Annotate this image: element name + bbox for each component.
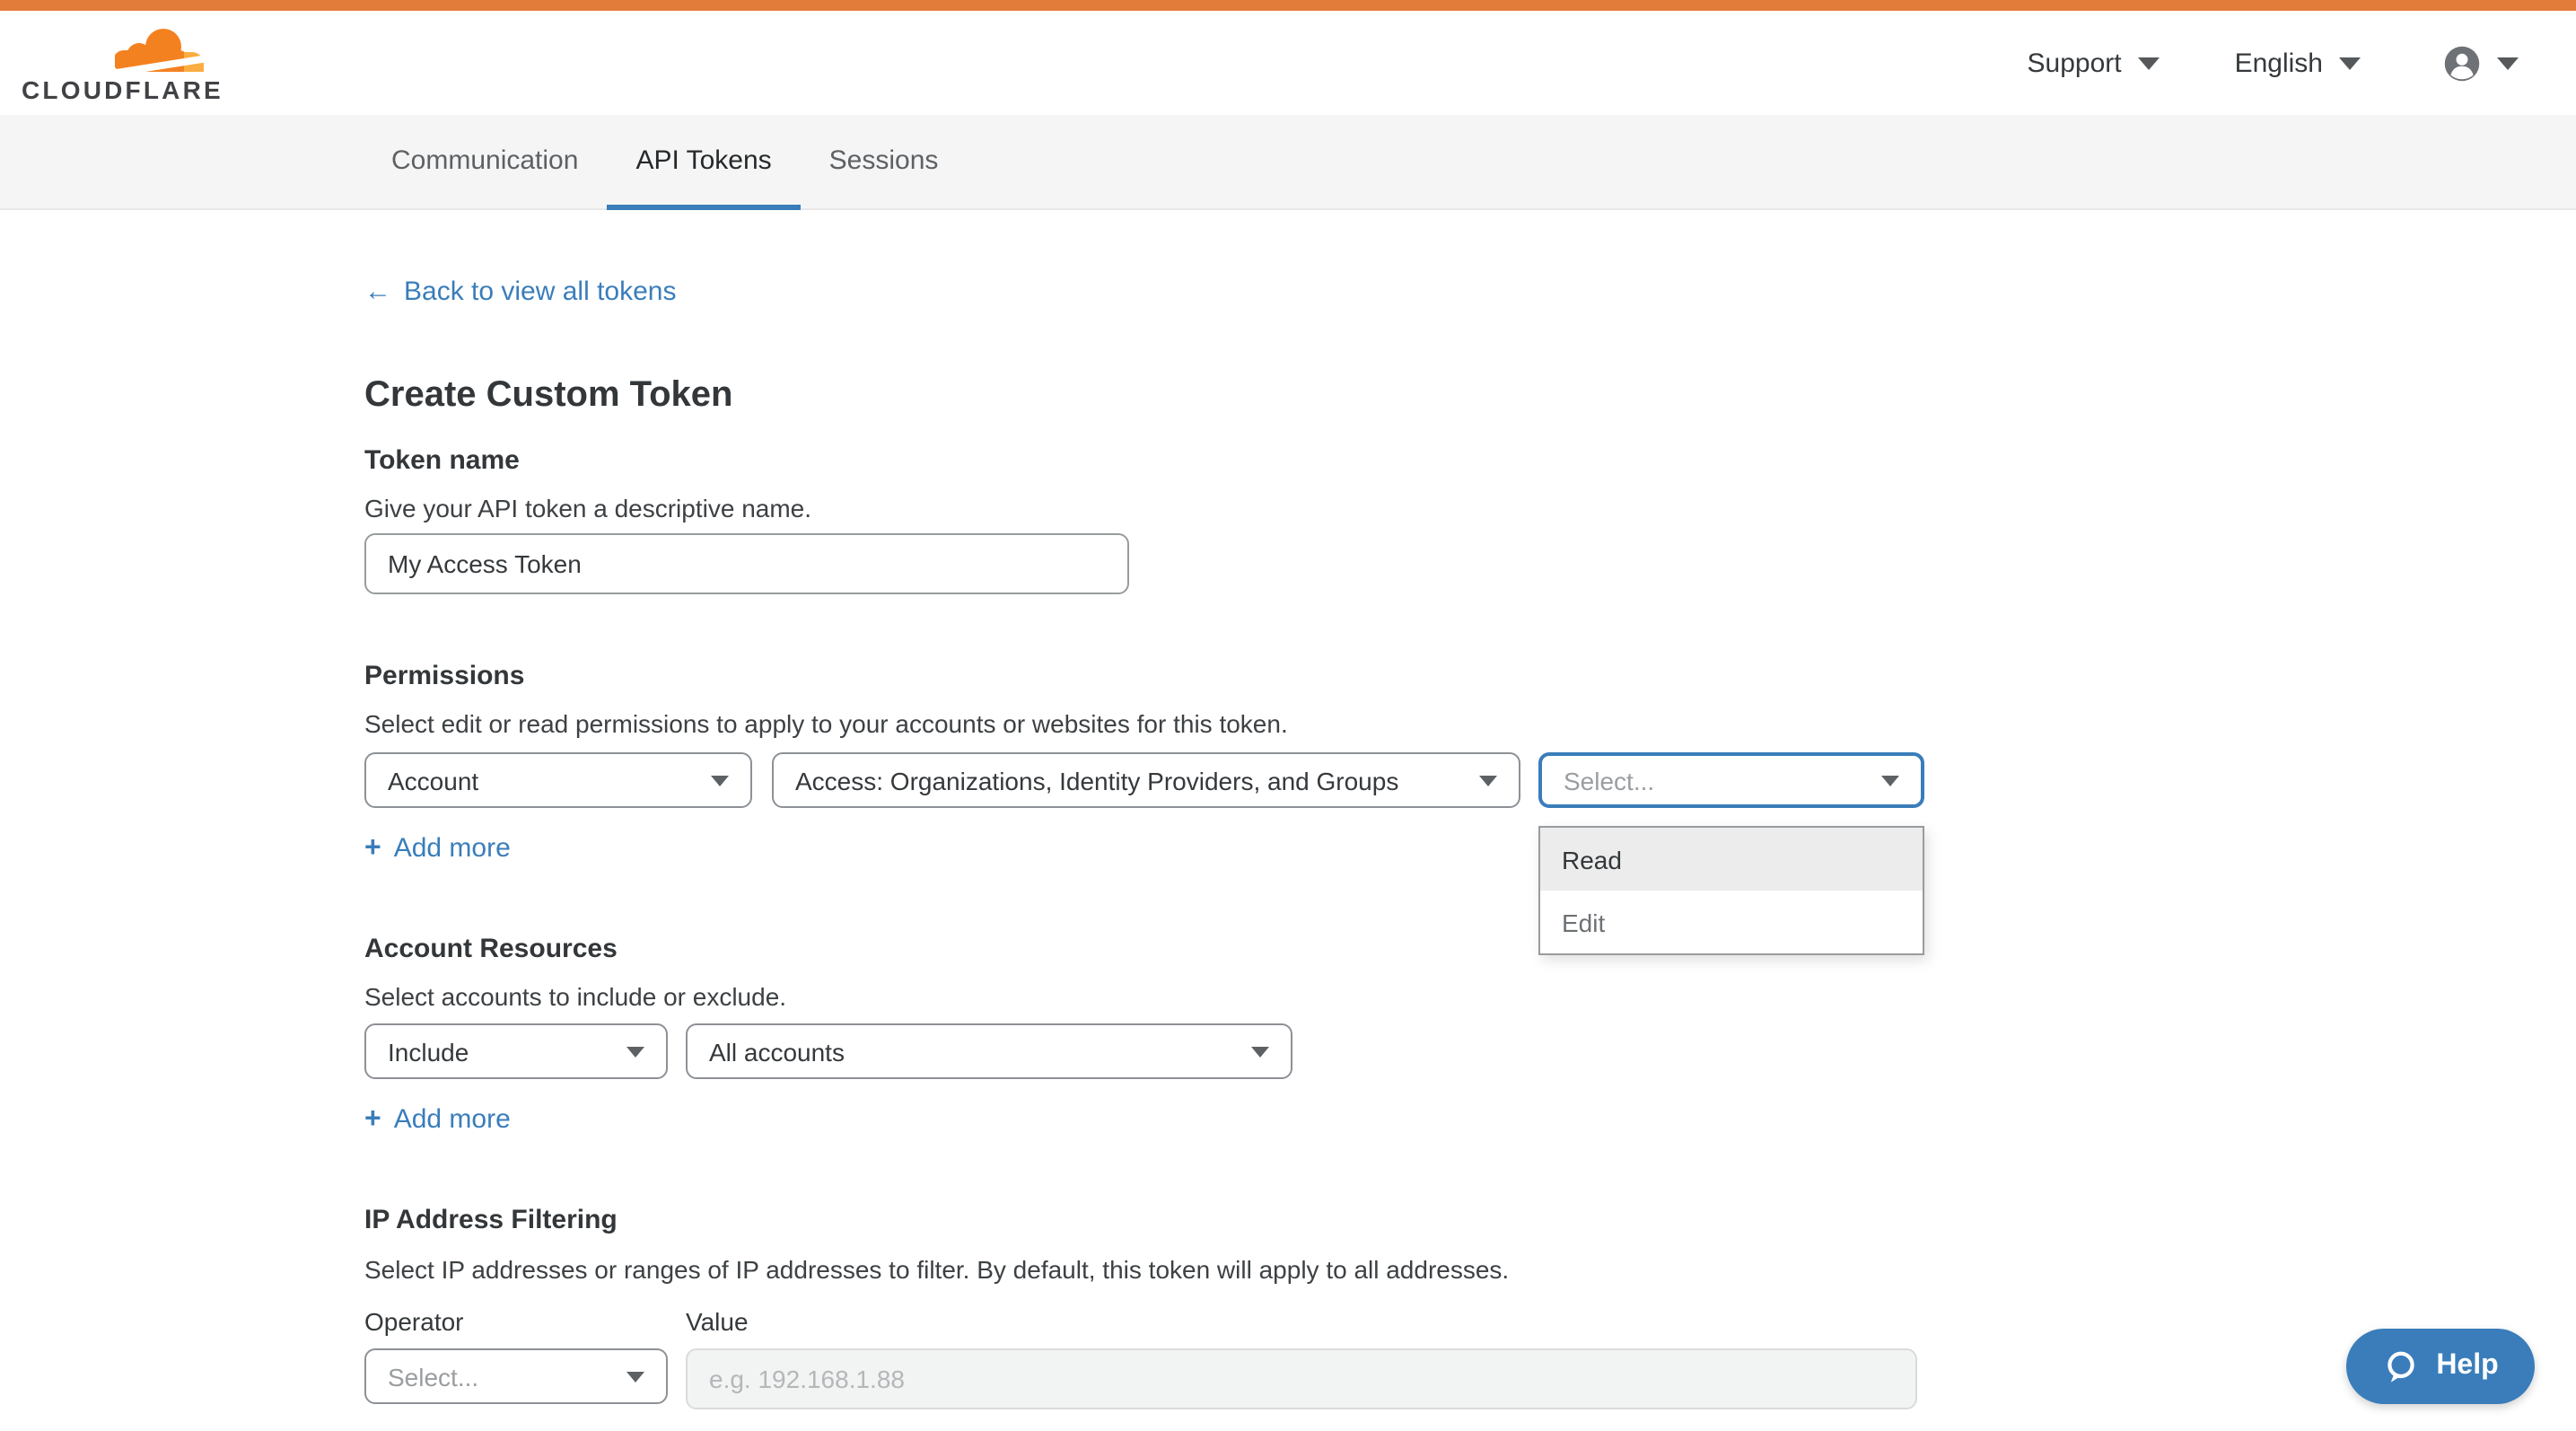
permissions-description: Select edit or read permissions to apply… <box>364 709 1288 738</box>
cloudflare-cloud-icon <box>115 25 208 74</box>
add-more-label: Add more <box>394 1104 511 1135</box>
account-menu[interactable] <box>2443 44 2519 82</box>
chat-bubble-icon <box>2382 1348 2420 1385</box>
header: CLOUDFLARE Support English <box>0 11 2576 115</box>
permission-scope-value: Account <box>388 766 697 795</box>
help-button[interactable]: Help <box>2346 1329 2535 1404</box>
chevron-down-icon <box>1881 775 1899 786</box>
account-resources-heading: Account Resources <box>364 934 618 964</box>
menu-option-edit[interactable]: Edit <box>1540 891 1923 953</box>
tab-api-tokens[interactable]: API Tokens <box>607 115 800 210</box>
permission-resource-value: Access: Organizations, Identity Provider… <box>795 766 1465 795</box>
support-label: Support <box>2028 48 2122 78</box>
chevron-down-icon <box>626 1046 644 1057</box>
chevron-down-icon <box>2138 57 2160 69</box>
cloudflare-logo: CLOUDFLARE <box>22 25 208 104</box>
brand-top-bar <box>0 0 2576 11</box>
account-resources-add-more-link[interactable]: + Add more <box>364 1104 511 1135</box>
user-avatar-icon <box>2443 44 2481 82</box>
menu-option-read[interactable]: Read <box>1540 828 1923 891</box>
chevron-down-icon <box>1251 1046 1269 1057</box>
permission-scope-select[interactable]: Account <box>364 752 752 808</box>
account-mode-select[interactable]: Include <box>364 1023 668 1079</box>
token-name-description: Give your API token a descriptive name. <box>364 494 811 522</box>
help-button-label: Help <box>2436 1350 2498 1383</box>
ip-operator-placeholder: Select... <box>388 1362 612 1391</box>
tab-communication[interactable]: Communication <box>363 115 607 210</box>
chevron-down-icon <box>2497 57 2519 69</box>
tab-sessions[interactable]: Sessions <box>801 115 968 210</box>
token-name-input[interactable] <box>364 533 1129 594</box>
chevron-down-icon <box>711 775 729 786</box>
operator-label: Operator <box>364 1307 464 1336</box>
account-scope-value: All accounts <box>709 1037 1237 1066</box>
ip-filtering-description: Select IP addresses or ranges of IP addr… <box>364 1255 1509 1284</box>
header-controls: Support English <box>2028 11 2519 115</box>
permission-level-menu: Read Edit <box>1538 826 1924 955</box>
tabs: Communication API Tokens Sessions <box>363 115 967 210</box>
ip-operator-select[interactable]: Select... <box>364 1348 668 1404</box>
permission-resource-select[interactable]: Access: Organizations, Identity Provider… <box>772 752 1520 808</box>
chevron-down-icon <box>2339 57 2361 69</box>
token-name-heading: Token name <box>364 445 520 476</box>
plus-icon: + <box>364 834 381 863</box>
back-arrow-icon: ← <box>364 277 391 307</box>
back-link[interactable]: ← Back to view all tokens <box>364 277 677 307</box>
account-mode-value: Include <box>388 1037 612 1066</box>
chevron-down-icon <box>626 1371 644 1382</box>
account-resources-description: Select accounts to include or exclude. <box>364 982 786 1011</box>
permission-level-select[interactable]: Select... <box>1538 752 1924 808</box>
page: CLOUDFLARE Support English C <box>0 0 2576 1431</box>
language-menu[interactable]: English <box>2235 48 2361 78</box>
add-more-label: Add more <box>394 833 511 864</box>
ip-value-input[interactable] <box>686 1348 1917 1409</box>
chevron-down-icon <box>1479 775 1497 786</box>
ip-filtering-heading: IP Address Filtering <box>364 1205 618 1235</box>
main-content: ← Back to view all tokens Create Custom … <box>364 210 2339 1431</box>
back-link-label: Back to view all tokens <box>404 277 677 307</box>
permissions-add-more-link[interactable]: + Add more <box>364 833 511 864</box>
cloudflare-wordmark: CLOUDFLARE <box>22 75 208 104</box>
language-label: English <box>2235 48 2323 78</box>
permission-level-placeholder: Select... <box>1564 766 1867 795</box>
tab-bar: Communication API Tokens Sessions <box>0 115 2576 210</box>
account-scope-select[interactable]: All accounts <box>686 1023 1292 1079</box>
plus-icon: + <box>364 1105 381 1134</box>
page-title: Create Custom Token <box>364 375 732 417</box>
support-menu[interactable]: Support <box>2028 48 2160 78</box>
permissions-heading: Permissions <box>364 661 524 691</box>
value-label: Value <box>686 1307 749 1336</box>
